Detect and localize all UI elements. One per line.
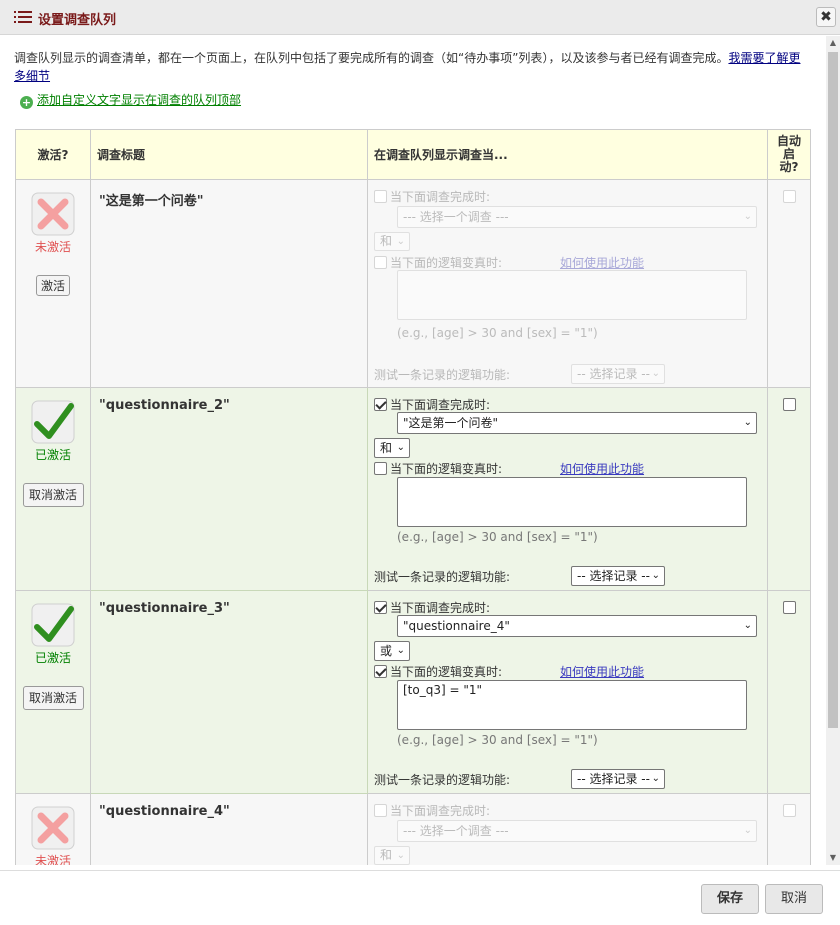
check-mark-icon <box>31 400 75 444</box>
condition-cell: 当下面调查完成时: --- 选择一个调查 --- ⌄ 和 ⌄ <box>367 793 768 865</box>
deactivate-button[interactable]: 取消激活 <box>22 686 84 710</box>
intro-description: 调查队列显示的调查清单，都在一个页面上，在队列中包括了要完成所有的调查（如“待办… <box>14 51 729 65</box>
complete-label: 当下面调查完成时: <box>390 190 491 204</box>
table-row: 已激活 取消激活 "questionnaire_2" 当下面调查完成时: "这是… <box>15 387 811 591</box>
logic-checkbox[interactable] <box>374 665 387 678</box>
header-active: 激活? <box>15 129 91 180</box>
autostart-checkbox[interactable] <box>782 601 796 614</box>
autostart-cell <box>767 793 811 865</box>
logic-label: 当下面的逻辑变真时: <box>390 256 503 270</box>
and-or-select[interactable]: 和 ⌄ <box>374 846 410 865</box>
how-to-use-link[interactable]: 如何使用此功能 <box>560 663 644 680</box>
select-record-dropdown[interactable]: -- 选择记录 -- ⌄ <box>571 364 665 384</box>
complete-label: 当下面调查完成时: <box>390 601 491 615</box>
survey-select[interactable]: "questionnaire_4" ⌄ <box>397 615 757 637</box>
intro-text: 调查队列显示的调查清单，都在一个页面上，在队列中包括了要完成所有的调查（如“待办… <box>14 49 812 85</box>
header-title: 调查标题 <box>90 129 368 180</box>
logic-checkbox[interactable] <box>374 256 387 269</box>
logic-textarea[interactable] <box>397 477 747 527</box>
save-button[interactable]: 保存 <box>701 884 759 914</box>
autostart-cell <box>767 387 811 591</box>
table-header-row: 激活? 调查标题 在调查队列显示调查当... 自动启动? <box>15 129 811 180</box>
logic-checkbox[interactable] <box>374 462 387 475</box>
test-logic-label: 测试一条记录的逻辑功能: <box>374 773 511 787</box>
scroll-down-arrow-icon[interactable]: ▼ <box>826 851 840 865</box>
condition-cell: 当下面调查完成时: --- 选择一个调查 --- ⌄ 和 ⌄ 当下面的逻辑变真时: … <box>367 179 768 388</box>
deactivate-button[interactable]: 取消激活 <box>22 483 84 507</box>
status-cell: 未激活 激活 <box>15 179 91 388</box>
complete-label: 当下面调查完成时: <box>390 804 491 818</box>
scroll-thumb[interactable] <box>828 52 838 728</box>
complete-checkbox[interactable] <box>374 190 387 203</box>
survey-title: "questionnaire_3" <box>90 590 368 794</box>
logic-example: (e.g., [age] > 30 and [sex] = "1") <box>397 326 598 340</box>
status-label: 已激活 <box>34 651 71 665</box>
survey-title: "questionnaire_2" <box>90 387 368 591</box>
cancel-button[interactable]: 取消 <box>765 884 823 914</box>
test-logic-label: 测试一条记录的逻辑功能: <box>374 368 511 382</box>
select-record-dropdown[interactable]: -- 选择记录 -- ⌄ <box>571 769 665 789</box>
add-custom-text-link[interactable]: + 添加自定义文字显示在调查的队列顶部 <box>20 91 241 109</box>
survey-select[interactable]: --- 选择一个调查 --- ⌄ <box>397 206 757 228</box>
logic-example: (e.g., [age] > 30 and [sex] = "1") <box>397 530 598 544</box>
logic-label: 当下面的逻辑变真时: <box>390 462 503 476</box>
table-row: 未激活 "questionnaire_4" 当下面调查完成时: --- 选择一个… <box>15 793 811 865</box>
header-display-when: 在调查队列显示调查当... <box>367 129 768 180</box>
complete-checkbox[interactable] <box>374 601 387 614</box>
survey-title: "这是第一个问卷" <box>90 179 368 388</box>
survey-queue-table: 激活? 调查标题 在调查队列显示调查当... 自动启动? 未激活 激活 "这是第… <box>15 129 811 865</box>
logic-textarea[interactable]: [to_q3] = "1" <box>397 680 747 730</box>
dialog-content: 调查队列显示的调查清单，都在一个页面上，在队列中包括了要完成所有的调查（如“待办… <box>0 36 826 865</box>
close-button[interactable]: ✖ <box>816 7 836 27</box>
status-cell: 未激活 <box>15 793 91 865</box>
survey-title: "questionnaire_4" <box>90 793 368 865</box>
x-mark-icon <box>31 192 75 236</box>
autostart-cell <box>767 179 811 388</box>
x-mark-icon <box>31 806 75 850</box>
complete-label: 当下面调查完成时: <box>390 398 491 412</box>
status-label: 未激活 <box>34 854 71 865</box>
plus-circle-icon: + <box>20 96 33 109</box>
logic-textarea[interactable] <box>397 270 747 320</box>
complete-checkbox[interactable] <box>374 804 387 817</box>
dialog-footer: 保存 取消 <box>0 870 840 925</box>
header-autostart: 自动启动? <box>767 129 811 180</box>
dialog-title: 设置调查队列 <box>38 13 117 28</box>
survey-select[interactable]: "这是第一个问卷" ⌄ <box>397 412 757 434</box>
logic-label: 当下面的逻辑变真时: <box>390 665 503 679</box>
logic-example: (e.g., [age] > 30 and [sex] = "1") <box>397 733 598 747</box>
activate-button[interactable]: 激活 <box>35 275 70 296</box>
how-to-use-link[interactable]: 如何使用此功能 <box>560 460 644 477</box>
autostart-checkbox[interactable] <box>782 804 796 817</box>
autostart-checkbox[interactable] <box>782 190 796 203</box>
scroll-up-arrow-icon[interactable]: ▲ <box>826 36 840 50</box>
autostart-checkbox[interactable] <box>782 398 796 411</box>
autostart-cell <box>767 590 811 794</box>
vertical-scrollbar[interactable]: ▲ ▼ <box>826 36 840 865</box>
table-row: 已激活 取消激活 "questionnaire_3" 当下面调查完成时: "qu… <box>15 590 811 794</box>
table-row: 未激活 激活 "这是第一个问卷" 当下面调查完成时: --- 选择一个调查 --… <box>15 179 811 388</box>
and-or-select[interactable]: 和 ⌄ <box>374 232 410 251</box>
and-or-select[interactable]: 或 ⌄ <box>374 641 410 661</box>
status-cell: 已激活 取消激活 <box>15 590 91 794</box>
dialog-titlebar: 设置调查队列 ✖ <box>0 0 840 35</box>
condition-cell: 当下面调查完成时: "这是第一个问卷" ⌄ 和 ⌄ 当下面的逻辑变真时: 如何使用此… <box>367 387 768 591</box>
status-label: 已激活 <box>34 448 71 462</box>
complete-checkbox[interactable] <box>374 398 387 411</box>
survey-select[interactable]: --- 选择一个调查 --- ⌄ <box>397 820 757 842</box>
how-to-use-link[interactable]: 如何使用此功能 <box>560 254 644 271</box>
check-mark-icon <box>31 603 75 647</box>
status-label: 未激活 <box>34 240 71 254</box>
status-cell: 已激活 取消激活 <box>15 387 91 591</box>
and-or-select[interactable]: 和 ⌄ <box>374 438 410 458</box>
add-custom-text-label: 添加自定义文字显示在调查的队列顶部 <box>37 93 242 107</box>
select-record-dropdown[interactable]: -- 选择记录 -- ⌄ <box>571 566 665 586</box>
condition-cell: 当下面调查完成时: "questionnaire_4" ⌄ 或 ⌄ 当下面的逻辑变真… <box>367 590 768 794</box>
list-icon <box>14 11 32 23</box>
test-logic-label: 测试一条记录的逻辑功能: <box>374 570 511 584</box>
